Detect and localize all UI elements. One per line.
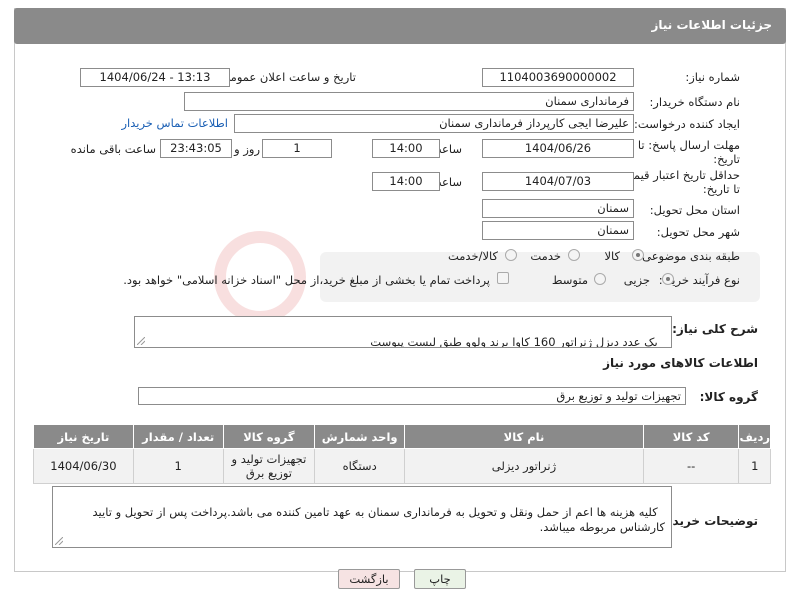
- category-radio-goods[interactable]: [632, 249, 644, 261]
- category-option-goods-service: کالا/خدمت: [447, 249, 498, 263]
- purchase-radio-minor[interactable]: [662, 273, 674, 285]
- remaining-time-field: 23:43:05: [160, 139, 232, 158]
- purchase-option-medium: متوسط: [551, 273, 588, 287]
- cell-code: --: [642, 448, 740, 484]
- creator-field: علیرضا ایجی کارپرداز فرمانداری سمنان: [234, 114, 634, 133]
- delivery-province-field: سمنان: [482, 199, 634, 218]
- panel-header: جزئیات اطلاعات نیاز: [14, 8, 786, 44]
- goods-group-field: تجهیزات تولید و توزیع برق: [138, 387, 686, 405]
- reply-deadline-label-2: تاریخ:: [713, 152, 740, 166]
- reply-days-field: 1: [262, 139, 332, 158]
- cell-date: 1404/06/30: [33, 448, 134, 484]
- announce-datetime-label: تاریخ و ساعت اعلان عمومی:: [217, 70, 356, 84]
- buyer-org-label: نام دستگاه خریدار:: [649, 95, 740, 109]
- panel-title: جزئیات اطلاعات نیاز: [651, 18, 772, 32]
- creator-label: ایجاد کننده درخواست:: [634, 117, 740, 131]
- goods-group-label: گروه کالا:: [699, 390, 758, 404]
- buyer-notes-textarea[interactable]: کلیه هزینه ها اعم از حمل ونقل و تحویل به…: [52, 486, 672, 548]
- price-validity-time: 14:00: [372, 172, 440, 191]
- category-label: طبقه بندی موضوعی:: [638, 249, 740, 263]
- table-row: 1 -- ژنراتور دیزلی دستگاه تجهیزات تولید …: [33, 448, 771, 484]
- col-name: نام کالا: [404, 424, 644, 449]
- resize-grip-icon[interactable]: [137, 337, 145, 345]
- buyer-notes-text: کلیه هزینه ها اعم از حمل ونقل و تحویل به…: [88, 505, 666, 534]
- cell-row: 1: [738, 448, 771, 484]
- back-button[interactable]: بازگشت: [338, 569, 400, 589]
- resize-grip-icon[interactable]: [55, 537, 63, 545]
- announce-datetime-field: 1404/06/24 - 13:13: [80, 68, 230, 87]
- print-button[interactable]: چاپ: [414, 569, 466, 589]
- goods-table-header: ردیف کد کالا نام کالا واحد شمارش گروه کا…: [33, 424, 771, 449]
- cell-qty: 1: [132, 448, 224, 484]
- description-textarea[interactable]: یک عدد دیزل ژنراتور 160 کاوا برند ولوو ط…: [134, 316, 672, 348]
- purchase-option-minor: جزیی: [623, 273, 650, 287]
- need-number-field: 1104003690000002: [482, 68, 634, 87]
- reply-deadline-time: 14:00: [372, 139, 440, 158]
- category-option-service: خدمت: [530, 249, 561, 263]
- reply-deadline-label: مهلت ارسال پاسخ: تا: [637, 138, 740, 152]
- buyer-org-field: فرمانداری سمنان: [184, 92, 634, 111]
- delivery-province-label: استان محل تحویل:: [649, 203, 740, 217]
- remaining-label: ساعت باقی مانده: [70, 142, 156, 156]
- description-text: یک عدد دیزل ژنراتور 160 کاوا برند ولوو ط…: [370, 335, 658, 348]
- category-radio-service[interactable]: [568, 249, 580, 261]
- reply-deadline-date: 1404/06/26: [482, 139, 634, 158]
- days-label: روز و: [234, 142, 260, 156]
- category-radio-goods-service[interactable]: [505, 249, 517, 261]
- price-validity-date: 1404/07/03: [482, 172, 634, 191]
- description-label: شرح کلی نیاز:: [672, 322, 758, 336]
- cell-group: تجهیزات تولید و توزیع برق: [222, 448, 316, 484]
- purchase-radio-medium[interactable]: [594, 273, 606, 285]
- goods-table: ردیف کد کالا نام کالا واحد شمارش گروه کا…: [33, 424, 771, 484]
- goods-section-title: اطلاعات کالاهای مورد نیاز: [603, 356, 758, 370]
- col-code: کد کالا: [642, 424, 740, 449]
- treasury-payment-checkbox[interactable]: [497, 272, 509, 284]
- col-date: تاریخ نیاز: [33, 424, 134, 449]
- price-validity-label-2: تا تاریخ:: [702, 182, 740, 196]
- delivery-city-label: شهر محل تحویل:: [656, 225, 740, 239]
- cell-name: ژنراتور دیزلی: [404, 448, 644, 484]
- col-qty: تعداد / مقدار: [132, 424, 224, 449]
- delivery-city-field: سمنان: [482, 221, 634, 240]
- cell-unit: دستگاه: [314, 448, 406, 484]
- need-number-label: شماره نیاز:: [685, 70, 740, 84]
- treasury-payment-note: پرداخت تمام یا بخشی از مبلغ خرید،از محل …: [123, 273, 490, 287]
- col-group: گروه کالا: [222, 424, 316, 449]
- buyer-contact-link[interactable]: اطلاعات تماس خریدار: [121, 116, 228, 130]
- col-unit: واحد شمارش: [314, 424, 406, 449]
- category-option-goods: کالا: [604, 249, 620, 263]
- price-validity-label: حداقل تاریخ اعتبار قیمت:: [618, 168, 740, 182]
- col-row: ردیف: [738, 424, 771, 449]
